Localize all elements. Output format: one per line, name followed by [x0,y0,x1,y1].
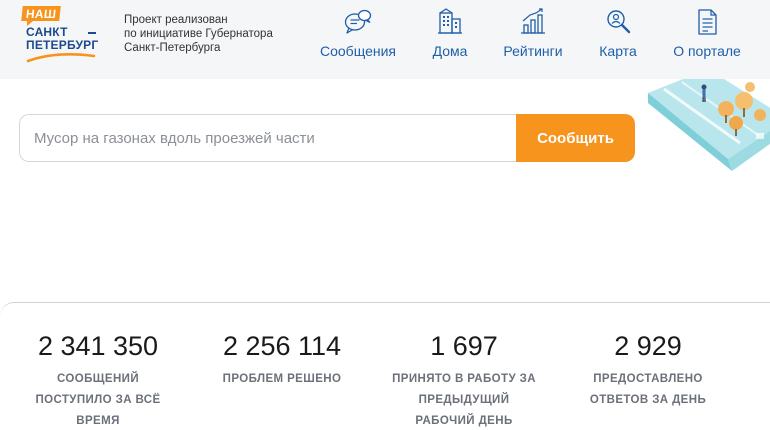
nash-saint-petersburg-logo[interactable]: НАШ САНКТ ПЕТЕРБУРГ [21,6,99,64]
project-tagline: Проект реализован по инициативе Губернат… [124,13,314,55]
city-illustration-art [648,79,770,171]
stat-total-messages: 2 341 350 СООБЩЕНИЙ ПОСТУПИЛО ЗА ВСЁ ВРЕ… [23,329,173,430]
stat-caption: СООБЩЕНИЙ ПОСТУПИЛО ЗА ВСЁ ВРЕМЯ [23,369,173,430]
logo-dash [88,32,96,34]
nav-item-ratings[interactable]: Рейтинги [499,0,567,79]
messages-icon [344,9,372,34]
stat-number: 1 697 [430,331,498,361]
stat-caption-line: ОТВЕТОВ ЗА ДЕНЬ [589,394,707,406]
nav-item-houses[interactable]: Дома [425,0,475,79]
nav-label-map: Карта [599,43,637,59]
nav-item-map[interactable]: Карта [595,0,641,79]
nav-label-about: О портале [673,43,741,59]
report-problem-input[interactable] [19,114,539,162]
nav-item-messages[interactable]: Сообщения [316,0,400,79]
stat-caption: ПРОБЛЕМ РЕШЕНО [207,369,357,390]
nav-label-houses: Дома [432,43,468,59]
stat-answers-per-day: 2 929 ПРЕДОСТАВЛЕНО ОТВЕТОВ ЗА ДЕНЬ [573,329,723,411]
stat-caption: ПРЕДОСТАВЛЕНО ОТВЕТОВ ЗА ДЕНЬ [573,369,723,411]
document-icon [698,9,717,35]
stat-number: 2 256 114 [222,331,342,361]
stat-caption-line: ПРОБЛЕМ РЕШЕНО [222,373,342,385]
stat-caption-line: ПРИНЯТО В РАБОТУ ЗА [392,373,536,385]
nav-label-messages: Сообщения [320,43,396,59]
buildings-icon [438,8,462,34]
tagline-line-3: Санкт-Петербурга [124,42,221,54]
stat-number: 2 341 350 [37,331,159,361]
stat-caption-line: ПОСТУПИЛО ЗА ВСЁ [35,394,161,406]
stat-caption-line: ПРЕДОСТАВЛЕНО [593,373,703,385]
nav-item-about[interactable]: О портале [668,0,746,79]
stat-problems-solved: 2 256 114 ПРОБЛЕМ РЕШЕНО [207,329,357,390]
logo-swoosh-icon [26,53,96,63]
tagline-line-2: по инициативе Губернатора [124,28,273,40]
stat-caption-line: ВРЕМЯ [76,415,120,427]
stat-caption-line: РАБОЧИЙ ДЕНЬ [415,415,513,427]
stat-caption-line: СООБЩЕНИЙ [57,373,139,385]
stat-number: 2 929 [614,331,682,361]
site-header: НАШ САНКТ ПЕТЕРБУРГ Проект реализован по… [0,0,770,79]
stat-caption: ПРИНЯТО В РАБОТУ ЗА ПРЕДЫДУЩИЙ РАБОЧИЙ Д… [388,369,540,430]
logo-nash: НАШ [21,6,62,21]
city-illustration [648,79,770,189]
ratings-chart-icon [521,8,545,34]
report-search-form: Сообщить [19,114,635,162]
stat-caption-line: ПРЕДЫДУЩИЙ [418,394,510,406]
tagline-line-1: Проект реализован [124,14,228,26]
report-submit-button[interactable]: Сообщить [516,114,635,162]
map-search-icon [607,10,631,34]
nav-label-ratings: Рейтинги [503,43,563,59]
logo-peterburg: ПЕТЕРБУРГ [26,38,99,52]
stat-accepted-previous-day: 1 697 ПРИНЯТО В РАБОТУ ЗА ПРЕДЫДУЩИЙ РАБ… [388,329,540,430]
